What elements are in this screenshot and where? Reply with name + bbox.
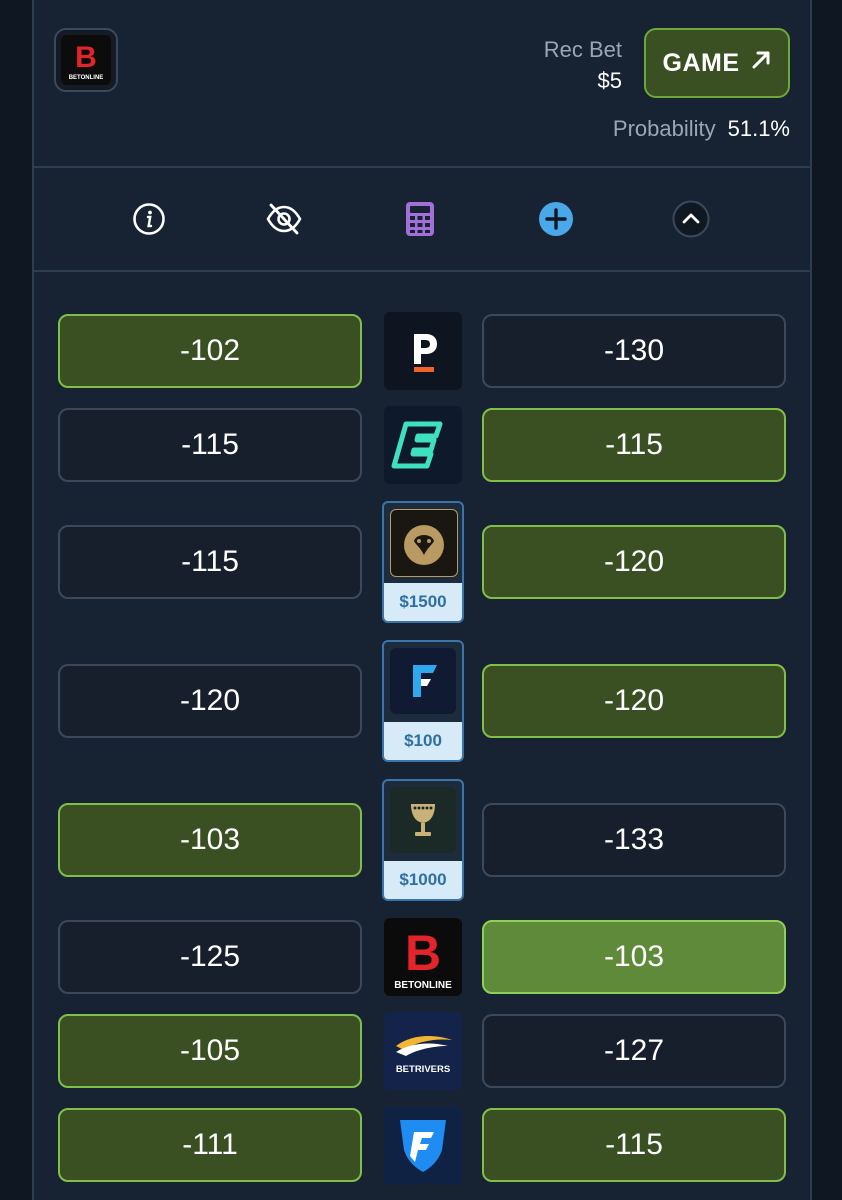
betrivers-logo-icon[interactable]: BETRIVERS [384, 1012, 462, 1090]
svg-text:B: B [405, 925, 441, 981]
odds-left-button[interactable]: -120 [58, 664, 362, 738]
bonus-badge: $1000 [384, 861, 462, 899]
odds-right-button[interactable]: -103 [482, 920, 786, 994]
rec-bet-amount: $5 [597, 68, 622, 93]
goblet-logo-icon [390, 787, 456, 853]
promo-tile[interactable]: $1500 [382, 501, 464, 623]
arrow-up-right-icon [750, 49, 772, 78]
p-sportsbook-icon[interactable] [384, 312, 462, 390]
odds-right-button[interactable]: -127 [482, 1014, 786, 1088]
promo-tile[interactable]: $100 [382, 640, 464, 762]
odds-right-button[interactable]: -120 [482, 664, 786, 738]
card-header: B BETONLINE Rec Bet $5 GAME Probability 5… [34, 0, 810, 166]
probability: Probability 51.1% [613, 116, 790, 142]
odds-left-button[interactable]: -115 [58, 525, 362, 599]
toolbar [34, 168, 810, 270]
betr-e-icon[interactable] [384, 406, 462, 484]
bonus-badge: $1500 [384, 583, 462, 621]
divider [34, 270, 810, 272]
plus-circle-icon[interactable] [537, 200, 575, 238]
fanatics-f-icon [390, 648, 456, 714]
lion-logo-icon [390, 509, 458, 577]
odds-card: B BETONLINE Rec Bet $5 GAME Probability 5… [32, 0, 812, 1200]
calculator-icon[interactable] [401, 200, 439, 238]
info-icon[interactable] [130, 200, 168, 238]
betonline-wordmark: BETONLINE [394, 980, 452, 991]
betonline-wordmark: BETONLINE [69, 75, 104, 81]
odds-left-button[interactable]: -102 [58, 314, 362, 388]
game-button[interactable]: GAME [644, 28, 790, 98]
bonus-badge: $100 [384, 722, 462, 760]
rec-bet-label: Rec Bet [543, 37, 622, 62]
fanduel-shield-icon[interactable] [384, 1106, 462, 1184]
game-button-label: GAME [662, 48, 740, 77]
eye-off-icon[interactable] [265, 200, 303, 238]
odds-left-button[interactable]: -111 [58, 1108, 362, 1182]
odds-right-button[interactable]: -115 [482, 408, 786, 482]
odds-right-button[interactable]: -120 [482, 525, 786, 599]
svg-text:B: B [75, 41, 97, 74]
odds-left-button[interactable]: -105 [58, 1014, 362, 1088]
chevron-up-icon[interactable] [672, 200, 710, 238]
betonline-logo-icon[interactable]: B BETONLINE [384, 918, 462, 996]
probability-value: 51.1% [727, 116, 790, 141]
odds-right-button[interactable]: -130 [482, 314, 786, 388]
probability-label: Probability [612, 116, 716, 141]
betonline-logo-icon[interactable]: B BETONLINE [54, 28, 118, 92]
odds-right-button[interactable]: -115 [482, 1108, 786, 1182]
rec-bet: Rec Bet $5 [544, 34, 622, 96]
odds-left-button[interactable]: -115 [58, 408, 362, 482]
odds-right-button[interactable]: -133 [482, 803, 786, 877]
promo-tile[interactable]: $1000 [382, 779, 464, 901]
odds-left-button[interactable]: -125 [58, 920, 362, 994]
betrivers-wordmark: BETRIVERS [396, 1064, 450, 1075]
odds-left-button[interactable]: -103 [58, 803, 362, 877]
